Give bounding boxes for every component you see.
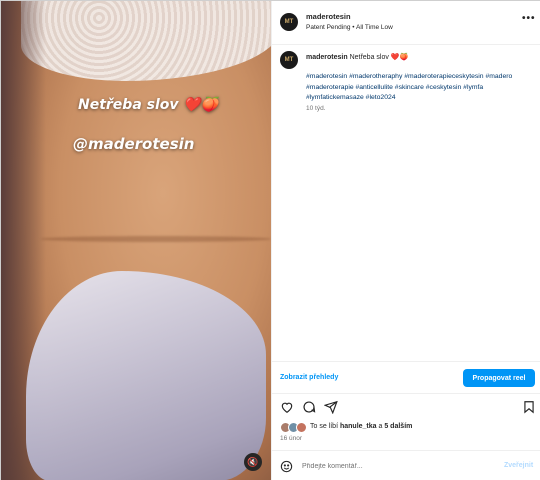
post-date: 16 únor: [280, 435, 303, 442]
liker-avatars[interactable]: [280, 422, 307, 434]
caption-avatar[interactable]: MT: [280, 51, 298, 69]
view-insights-link[interactable]: Zobrazit přehledy: [280, 374, 338, 381]
likes-text: To se líbí hanule_tka a 5 dalším: [310, 423, 412, 430]
post-header: MT maderotesin Patent Pending • All Time…: [272, 1, 540, 45]
caption-hashtags[interactable]: #maderotesin #maderotheraphy #maderotera…: [306, 72, 536, 104]
emoji-icon[interactable]: [280, 460, 293, 473]
likes-summary: To se líbí hanule_tka a 5 dalším: [272, 421, 540, 435]
overlay-mention: @maderotesin: [73, 135, 195, 153]
avatar[interactable]: MT: [280, 13, 298, 31]
bookmark-icon[interactable]: [522, 400, 536, 414]
caption-username[interactable]: maderotesin: [306, 54, 348, 61]
likes-prefix: To se líbí: [310, 423, 340, 430]
comment-bar: Zveřejnit: [272, 450, 540, 480]
likes-others-link[interactable]: 5 dalším: [384, 423, 412, 430]
caption-text: maderotesin Netřeba slov ❤️🍑: [306, 53, 536, 63]
audio-subtitle[interactable]: Patent Pending • All Time Low: [306, 24, 393, 31]
caption-timestamp: 10 týd.: [306, 105, 326, 112]
overlay-caption: Netřeba slov ❤️🍑: [78, 97, 219, 113]
post-panel: MT maderotesin Patent Pending • All Time…: [271, 1, 540, 480]
heart-icon[interactable]: [280, 400, 294, 414]
boost-reel-button[interactable]: Propagovat reel: [463, 369, 535, 387]
liker-avatar: [296, 422, 307, 433]
reel-media[interactable]: Netřeba slov ❤️🍑 @maderotesin 🔇: [1, 1, 271, 480]
post-comment-button[interactable]: Zveřejnit: [504, 462, 533, 469]
gloved-hand: [26, 271, 266, 480]
caption-body: Netřeba slov ❤️🍑: [347, 54, 409, 61]
action-bar: [272, 393, 540, 419]
share-icon[interactable]: [324, 400, 338, 414]
header-username[interactable]: maderotesin: [306, 12, 351, 21]
comment-input[interactable]: [302, 459, 492, 473]
post-dialog: Netřeba slov ❤️🍑 @maderotesin 🔇 MT mader…: [0, 0, 540, 480]
skin-crease: [41, 236, 271, 242]
more-options-icon[interactable]: •••: [522, 13, 536, 24]
lace-fabric: [21, 1, 271, 81]
promo-bar: Zobrazit přehledy Propagovat reel: [272, 361, 540, 393]
comment-icon[interactable]: [302, 400, 316, 414]
liker-username[interactable]: hanule_tka: [340, 423, 377, 430]
mute-icon[interactable]: 🔇: [244, 453, 262, 471]
